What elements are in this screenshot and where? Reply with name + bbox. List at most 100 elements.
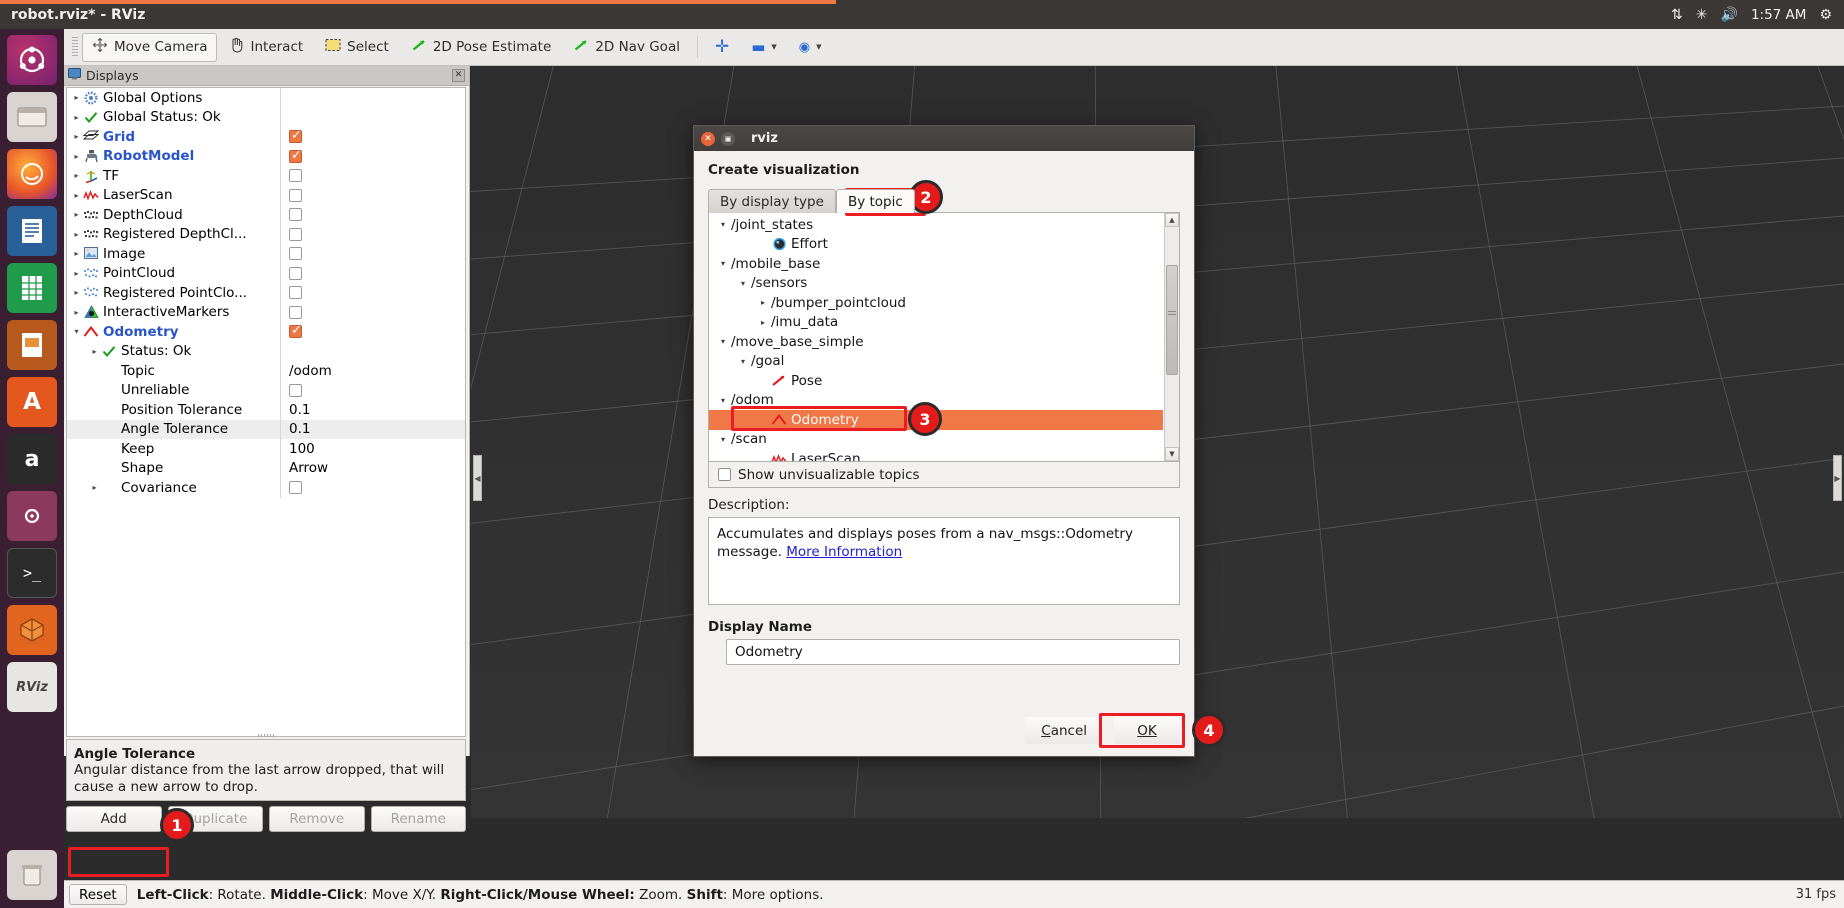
tool-2d-nav-goal[interactable]: 2D Nav Goal xyxy=(563,33,690,62)
display-row-value[interactable] xyxy=(280,185,465,205)
topic-row[interactable]: Effort xyxy=(709,235,1163,255)
tool-remove-tool[interactable]: ▬ ▼ xyxy=(741,33,787,62)
reset-button[interactable]: Reset xyxy=(69,884,127,905)
display-row-checkbox[interactable] xyxy=(289,227,302,241)
display-row-value[interactable]: 0.1 xyxy=(280,419,465,439)
display-row-value[interactable] xyxy=(280,224,465,244)
display-row-value[interactable] xyxy=(280,302,465,322)
expand-arrow-icon[interactable]: ▸ xyxy=(89,483,100,492)
volume-icon[interactable]: 🔊 xyxy=(1721,8,1738,22)
display-row-checkbox[interactable] xyxy=(289,286,302,300)
display-row-value[interactable] xyxy=(280,263,465,283)
display-row-registered-depthcl[interactable]: ▸ Registered DepthCl... xyxy=(67,224,465,244)
display-row-interactivemarkers[interactable]: ▸ InteractiveMarkers xyxy=(67,302,465,322)
display-row-keep[interactable]: Keep 100 xyxy=(67,439,465,459)
display-row-checkbox[interactable] xyxy=(289,323,302,339)
dock-splitter[interactable] xyxy=(66,732,466,739)
displays-tree[interactable]: ▸ Global Options ▸ Global Status: Ok ▸ Grid ▸ R… xyxy=(66,87,466,737)
expand-arrow-open-icon[interactable]: ▾ xyxy=(737,357,749,366)
topic-row[interactable]: ▾/goal xyxy=(709,352,1163,372)
topic-tree-scrollbar[interactable]: ▲ ▼ xyxy=(1164,213,1179,461)
display-row-pointcloud[interactable]: ▸ PointCloud xyxy=(67,263,465,283)
show-unvisualizable-checkbox[interactable] xyxy=(718,468,731,481)
launcher-item-terminal[interactable]: >_ xyxy=(7,548,57,598)
display-row-tf[interactable]: ▸ TF xyxy=(67,166,465,186)
topic-row[interactable]: Pose xyxy=(709,371,1163,391)
launcher-item-rviz[interactable]: RViz xyxy=(7,662,57,712)
expand-arrow-open-icon[interactable]: ▾ xyxy=(717,435,729,444)
display-row-robotmodel[interactable]: ▸ RobotModel xyxy=(67,146,465,166)
display-row-checkbox[interactable] xyxy=(289,208,302,222)
right-panel-collapse-handle[interactable]: ▶ xyxy=(1833,455,1842,501)
network-icon[interactable]: ⇅ xyxy=(1671,8,1683,22)
launcher-item-libreoffice-calc[interactable] xyxy=(7,263,57,313)
display-row-value[interactable] xyxy=(280,88,465,108)
display-row-value[interactable]: 100 xyxy=(280,439,465,459)
launcher-item-files[interactable] xyxy=(7,92,57,142)
expand-arrow-open-icon[interactable]: ▾ xyxy=(717,259,729,268)
topic-row[interactable]: ▸/imu_data xyxy=(709,313,1163,333)
topic-row[interactable]: ▾/joint_states xyxy=(709,215,1163,235)
display-row-checkbox[interactable] xyxy=(289,383,302,397)
display-row-checkbox[interactable] xyxy=(289,128,302,144)
tool-properties[interactable]: ◉ ▼ xyxy=(789,33,832,62)
topic-row[interactable]: ▾/sensors xyxy=(709,274,1163,294)
topic-tree[interactable]: ▾/joint_states Effort ▾/mobile_base ▾/senso… xyxy=(708,212,1180,462)
display-row-registered-pointclo[interactable]: ▸ Registered PointClo... xyxy=(67,283,465,303)
expand-arrow-icon[interactable]: ▸ xyxy=(71,152,82,161)
display-row-status-ok[interactable]: ▸ Status: Ok xyxy=(67,341,465,361)
expand-arrow-open-icon[interactable]: ▾ xyxy=(717,220,729,229)
display-row-shape[interactable]: Shape Arrow xyxy=(67,458,465,478)
expand-arrow-open-icon[interactable]: ▾ xyxy=(737,279,749,288)
expand-arrow-icon[interactable]: ▸ xyxy=(71,210,82,219)
display-row-value[interactable] xyxy=(280,146,465,166)
dialog-titlebar[interactable]: ✕ ▣ rviz xyxy=(694,126,1194,151)
display-row-image[interactable]: ▸ Image xyxy=(67,244,465,264)
close-icon[interactable]: ✕ xyxy=(452,69,465,82)
expand-arrow-open-icon[interactable]: ▾ xyxy=(71,327,82,336)
display-row-value[interactable]: 0.1 xyxy=(280,400,465,420)
display-row-position-tolerance[interactable]: Position Tolerance 0.1 xyxy=(67,400,465,420)
display-row-value[interactable]: /odom xyxy=(280,361,465,381)
display-row-checkbox[interactable] xyxy=(289,169,302,183)
display-row-value[interactable] xyxy=(280,107,465,127)
expand-arrow-icon[interactable]: ▸ xyxy=(757,298,769,307)
scrollbar-thumb[interactable] xyxy=(1166,265,1178,375)
expand-arrow-icon[interactable]: ▸ xyxy=(71,249,82,258)
display-row-laserscan[interactable]: ▸ LaserScan xyxy=(67,185,465,205)
power-icon[interactable]: ⚙ xyxy=(1819,8,1832,22)
tab-by-topic[interactable]: By topic xyxy=(835,189,915,213)
expand-arrow-icon[interactable]: ▸ xyxy=(757,318,769,327)
expand-arrow-icon[interactable]: ▸ xyxy=(71,308,82,317)
display-row-value[interactable] xyxy=(280,283,465,303)
display-row-value[interactable] xyxy=(280,244,465,264)
display-row-checkbox[interactable] xyxy=(289,247,302,261)
expand-arrow-icon[interactable]: ▸ xyxy=(71,269,82,278)
remove-button[interactable]: Remove xyxy=(269,806,365,832)
launcher-item-firefox[interactable] xyxy=(7,149,57,199)
topic-row[interactable]: LaserScan xyxy=(709,449,1163,461)
toolbar-grip[interactable] xyxy=(72,37,78,57)
display-row-depthcloud[interactable]: ▸ DepthCloud xyxy=(67,205,465,225)
expand-arrow-icon[interactable]: ▸ xyxy=(71,93,82,102)
display-row-checkbox[interactable] xyxy=(289,481,302,495)
display-row-value[interactable] xyxy=(280,205,465,225)
expand-arrow-icon[interactable]: ▸ xyxy=(71,171,82,180)
display-row-value[interactable] xyxy=(280,127,465,147)
more-information-link[interactable]: More Information xyxy=(786,544,902,560)
bluetooth-icon[interactable]: ✳ xyxy=(1696,8,1708,22)
display-row-value[interactable] xyxy=(280,322,465,342)
launcher-item-libreoffice-writer[interactable] xyxy=(7,206,57,256)
launcher-item-trash[interactable] xyxy=(7,850,57,900)
clock-label[interactable]: 1:57 AM xyxy=(1751,7,1807,23)
display-row-unreliable[interactable]: Unreliable xyxy=(67,380,465,400)
rename-button[interactable]: Rename xyxy=(370,806,466,832)
display-row-value[interactable] xyxy=(280,380,465,400)
tool-move-camera[interactable]: Move Camera xyxy=(82,32,218,62)
left-panel-collapse-handle[interactable]: ◀ xyxy=(473,455,482,501)
expand-arrow-icon[interactable]: ▸ xyxy=(71,132,82,141)
display-row-global-options[interactable]: ▸ Global Options xyxy=(67,88,465,108)
display-row-value[interactable] xyxy=(280,478,465,498)
expand-arrow-open-icon[interactable]: ▾ xyxy=(717,396,729,405)
display-row-checkbox[interactable] xyxy=(289,148,302,163)
